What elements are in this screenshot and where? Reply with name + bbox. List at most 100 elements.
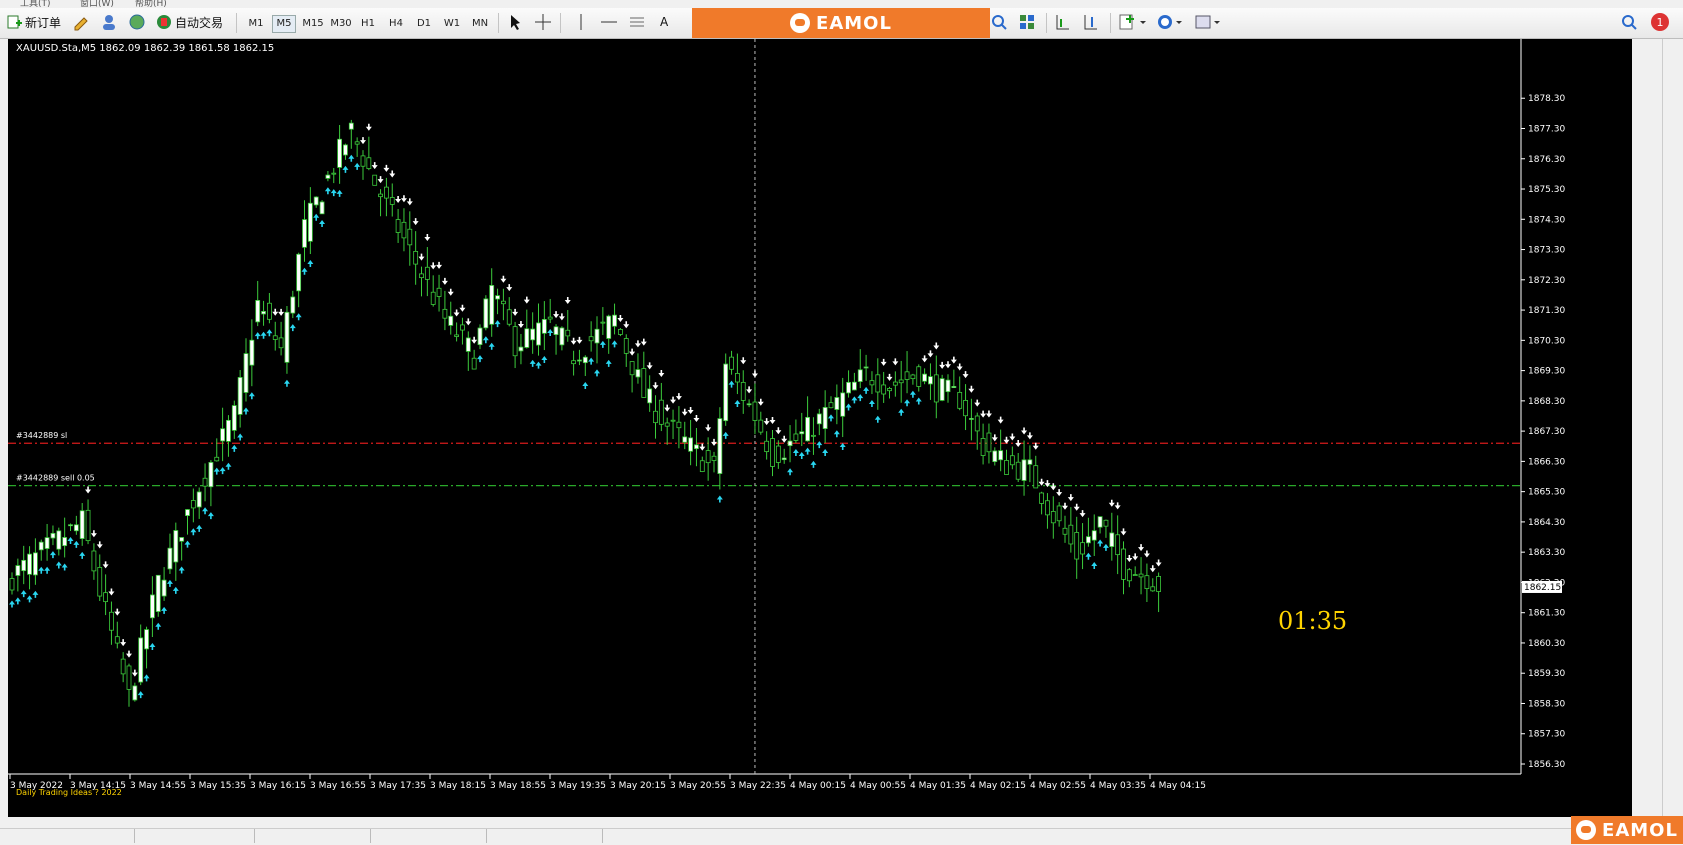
- periods-dropdown-icon[interactable]: [1156, 11, 1186, 33]
- text-tool-button[interactable]: A: [660, 11, 668, 33]
- menu-window[interactable]: 窗口(W): [80, 0, 114, 8]
- candle-body: [231, 405, 237, 431]
- candle-body: [237, 377, 243, 415]
- candle-body: [816, 413, 822, 425]
- notification-badge[interactable]: 1: [1651, 13, 1669, 31]
- chart-tab-3[interactable]: [254, 829, 371, 843]
- candle-body: [577, 359, 582, 362]
- chart-shift-icon[interactable]: [1054, 11, 1072, 33]
- timeframe-d1[interactable]: D1: [412, 15, 436, 33]
- candle-body: [606, 315, 612, 339]
- candle-body: [296, 253, 302, 292]
- candle-body: [746, 403, 752, 406]
- x-tick-label: 3 May 20:55: [670, 781, 726, 791]
- candle-body: [910, 374, 916, 380]
- candle-body: [1126, 569, 1132, 582]
- vertical-line-icon[interactable]: [574, 11, 588, 33]
- autoscroll-icon[interactable]: [1082, 11, 1100, 33]
- cursor-icon[interactable]: [506, 11, 524, 33]
- candle-body: [928, 376, 933, 385]
- chart-tab-4[interactable]: [370, 829, 487, 843]
- candle-body: [512, 326, 518, 357]
- candle-body: [465, 337, 471, 352]
- globe-icon[interactable]: [128, 11, 146, 33]
- candle-body: [9, 578, 15, 591]
- new-order-icon: [7, 15, 22, 29]
- timeframe-m1[interactable]: M1: [244, 15, 268, 33]
- chart-tab-1[interactable]: [0, 829, 135, 843]
- candle-body: [582, 356, 588, 364]
- users-icon[interactable]: [100, 11, 118, 33]
- chart-tab-2[interactable]: [134, 829, 255, 843]
- timeframe-w1[interactable]: W1: [440, 15, 464, 33]
- candle-body: [261, 311, 266, 315]
- auto-trading-button[interactable]: 自动交易: [156, 11, 223, 33]
- timeframe-m15[interactable]: M15: [300, 15, 326, 33]
- timeframe-m30[interactable]: M30: [328, 15, 354, 33]
- templates-dropdown-icon[interactable]: [1194, 11, 1224, 33]
- candle-body: [828, 402, 834, 409]
- price-chart[interactable]: 1878.30 1877.30 1876.30 1875.30 1874.30 1873.…: [8, 39, 1633, 817]
- y-tick-label: 1863.30: [1528, 548, 1565, 558]
- candle-body: [103, 592, 108, 603]
- candle-body: [834, 397, 840, 410]
- candle-body: [73, 524, 79, 532]
- x-tick-label: 3 May 19:35: [550, 781, 606, 791]
- channel-icon[interactable]: [628, 11, 646, 33]
- chart-canvas[interactable]: 1878.30 1877.30 1876.30 1875.30 1874.30 1873.…: [8, 39, 1662, 829]
- menu-help[interactable]: 帮助(H): [135, 0, 167, 8]
- pencil-icon[interactable]: [72, 11, 90, 33]
- candle-body: [770, 438, 775, 467]
- candle-body: [729, 356, 734, 370]
- x-tick-label: 3 May 22:35: [730, 781, 786, 791]
- y-tick-label: 1869.30: [1528, 367, 1565, 377]
- timeframe-h1[interactable]: H1: [356, 15, 380, 33]
- candle-body: [1109, 532, 1115, 547]
- candle-body: [846, 381, 851, 394]
- order-label: #3442889 sell 0.05: [16, 474, 95, 483]
- candle-body: [524, 328, 530, 348]
- candle-body: [629, 361, 635, 376]
- search-icon[interactable]: [1620, 11, 1638, 33]
- candle-body: [255, 300, 261, 323]
- candle-body: [887, 388, 892, 392]
- candle-body: [951, 386, 957, 389]
- candle-body: [226, 419, 231, 442]
- y-tick-label: 1857.30: [1528, 730, 1565, 740]
- chart-tab-5[interactable]: [486, 829, 603, 843]
- x-tick-label: 4 May 00:55: [850, 781, 906, 791]
- y-tick-label: 1877.30: [1528, 124, 1565, 134]
- timeframe-mn[interactable]: MN: [468, 15, 492, 33]
- horizontal-line-icon[interactable]: [600, 11, 618, 33]
- indicators-dropdown-icon[interactable]: [1118, 11, 1148, 33]
- candle-body: [1068, 524, 1074, 545]
- candle-body: [1021, 459, 1027, 481]
- candle-body: [641, 368, 647, 398]
- tile-windows-icon[interactable]: [1018, 11, 1036, 33]
- candle-body: [711, 455, 717, 461]
- order-label: #3442889 sl: [16, 431, 67, 440]
- y-tick-label: 1870.30: [1528, 336, 1565, 346]
- candle-body: [196, 491, 202, 508]
- candle-body: [840, 392, 846, 417]
- zoom-in-icon[interactable]: [990, 11, 1008, 33]
- candle-body: [922, 373, 927, 382]
- eamol-brand-text-bottom: EAMOL: [1602, 819, 1678, 841]
- y-tick-label: 1860.30: [1528, 639, 1565, 649]
- y-tick-label: 1878.30: [1528, 94, 1565, 104]
- menu-tools[interactable]: 工具(T): [20, 0, 51, 8]
- candle-body: [647, 388, 653, 404]
- candle-body: [138, 637, 144, 683]
- candle-body: [360, 155, 366, 167]
- toolbar: 新订单 自动交易 M1 M5 M15 M30 H1 H4 D1 W1 MN A …: [0, 8, 1683, 39]
- new-order-button[interactable]: 新订单: [6, 11, 61, 33]
- timeframe-m5[interactable]: M5: [272, 15, 296, 33]
- timeframe-h4[interactable]: H4: [384, 15, 408, 33]
- candle-body: [945, 379, 951, 393]
- chart-title: XAUUSD.Sta,M5 1862.09 1862.39 1861.58 18…: [16, 43, 274, 54]
- y-tick-label: 1861.30: [1528, 609, 1565, 619]
- x-tick-label: 4 May 02:15: [970, 781, 1026, 791]
- candle-body: [559, 327, 565, 346]
- candle-body: [541, 319, 547, 334]
- crosshair-icon[interactable]: [534, 11, 552, 33]
